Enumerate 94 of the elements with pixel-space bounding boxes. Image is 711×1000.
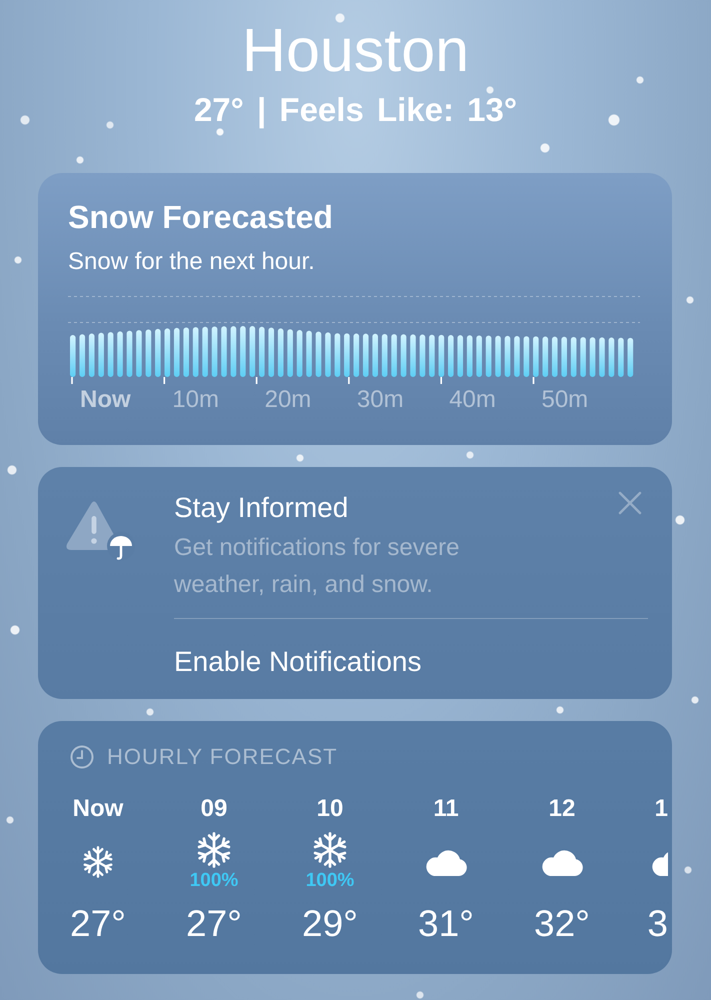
precipitation-bar — [183, 327, 189, 377]
precipitation-bar — [476, 335, 482, 377]
precipitation-bar — [561, 336, 567, 377]
snowflake-icon — [196, 832, 232, 868]
precipitation-bar — [570, 336, 576, 377]
precipitation-bar — [202, 326, 208, 377]
precipitation-bar — [420, 334, 426, 377]
precipitation-bar — [88, 334, 94, 377]
time-label: 40m — [448, 386, 497, 414]
hour-label: 1 — [654, 794, 668, 824]
precipitation-bar — [448, 335, 454, 377]
precipitation-bar — [316, 332, 322, 377]
precipitation-bar — [108, 332, 114, 377]
precipitation-bar — [542, 336, 548, 377]
precipitation-bar — [628, 338, 634, 377]
precipitation-bar — [580, 337, 586, 377]
hour-label: 09 — [200, 794, 228, 824]
precipitation-bar — [466, 335, 472, 377]
precipitation-chance: 100% — [190, 870, 238, 892]
precipitation-bar — [599, 337, 605, 377]
precipitation-bar — [552, 336, 558, 377]
time-label: 30m — [356, 386, 405, 414]
precipitation-bar — [618, 338, 624, 377]
hour-temperature: 27° — [70, 904, 126, 944]
hour-label: Now — [72, 794, 124, 824]
hour-temperature: 31° — [418, 904, 474, 944]
hour-temperature: 3 — [647, 904, 668, 944]
precipitation-bar — [250, 326, 256, 377]
city-name: Houston — [242, 15, 470, 85]
card-title: Stay Informed — [174, 491, 350, 525]
temperature-summary: 27° | Feels Like: 13° — [194, 90, 518, 130]
precipitation-bar — [504, 336, 510, 377]
precipitation-bar — [533, 336, 539, 377]
hour-temperature: 27° — [186, 904, 242, 944]
precipitation-bar — [410, 334, 416, 377]
close-icon — [618, 491, 642, 515]
precipitation-bar — [98, 332, 104, 377]
hour-temperature: 32° — [534, 904, 590, 944]
precipitation-bar — [259, 326, 265, 377]
precipitation-bar — [306, 330, 312, 377]
snowflake-icon — [312, 832, 348, 868]
card-title: Snow Forecasted — [68, 198, 334, 236]
precipitation-bar — [70, 335, 76, 377]
precipitation-bar — [362, 334, 369, 377]
card-subtitle: Snow for the next hour. — [68, 247, 316, 277]
clock-icon — [70, 745, 94, 769]
precipitation-bar — [590, 337, 596, 377]
precipitation-bar — [268, 328, 274, 377]
hour-label: 11 — [433, 794, 459, 824]
precipitation-bar — [240, 326, 246, 377]
precipitation-bar — [146, 329, 152, 377]
precipitation-bar — [608, 338, 614, 377]
precipitation-bar — [79, 334, 86, 377]
precipitation-bar — [117, 331, 123, 377]
precipitation-bar — [155, 328, 161, 377]
precipitation-bar — [457, 335, 464, 377]
precipitation-bar — [287, 329, 293, 377]
precipitation-bar — [192, 327, 198, 377]
precipitation-bar — [278, 328, 284, 377]
precipitation-bar — [354, 334, 360, 377]
precipitation-bar — [126, 330, 132, 377]
precipitation-bar — [486, 336, 492, 377]
time-label: 10m — [171, 386, 220, 414]
precipitation-chance: 100% — [306, 870, 354, 892]
precipitation-bar — [372, 334, 378, 377]
precipitation-bar — [514, 336, 520, 377]
precipitation-bar — [429, 334, 435, 377]
close-button[interactable] — [618, 491, 642, 515]
precipitation-bar — [221, 326, 227, 377]
time-label: 50m — [540, 386, 590, 414]
precipitation-bar — [136, 330, 142, 377]
precipitation-bar — [344, 333, 350, 377]
time-label: 20m — [264, 386, 312, 414]
precipitation-bar — [212, 326, 218, 377]
precipitation-bar — [495, 336, 501, 377]
hour-label: 12 — [548, 794, 576, 824]
precipitation-bar — [400, 334, 406, 377]
notification-message: Get notifications for severe weather, rain, and snow. — [174, 533, 460, 600]
precipitation-bar — [174, 328, 180, 377]
enable-notifications-button[interactable]: Enable Notifications — [174, 645, 422, 679]
precipitation-bar — [438, 334, 444, 377]
hour-label: 10 — [316, 794, 344, 824]
snowflake-icon — [82, 846, 114, 878]
hour-temperature: 29° — [302, 904, 358, 944]
precipitation-bar — [325, 332, 331, 377]
precipitation-bar — [382, 334, 388, 377]
precipitation-bar — [296, 330, 302, 377]
precipitation-bar — [524, 336, 530, 377]
precipitation-bar — [164, 328, 170, 377]
precipitation-bar — [230, 326, 236, 377]
time-label: Now — [79, 386, 132, 414]
section-title: HOURLY FORECAST — [107, 745, 338, 769]
precipitation-bar — [391, 334, 397, 377]
precipitation-bar — [334, 333, 340, 377]
